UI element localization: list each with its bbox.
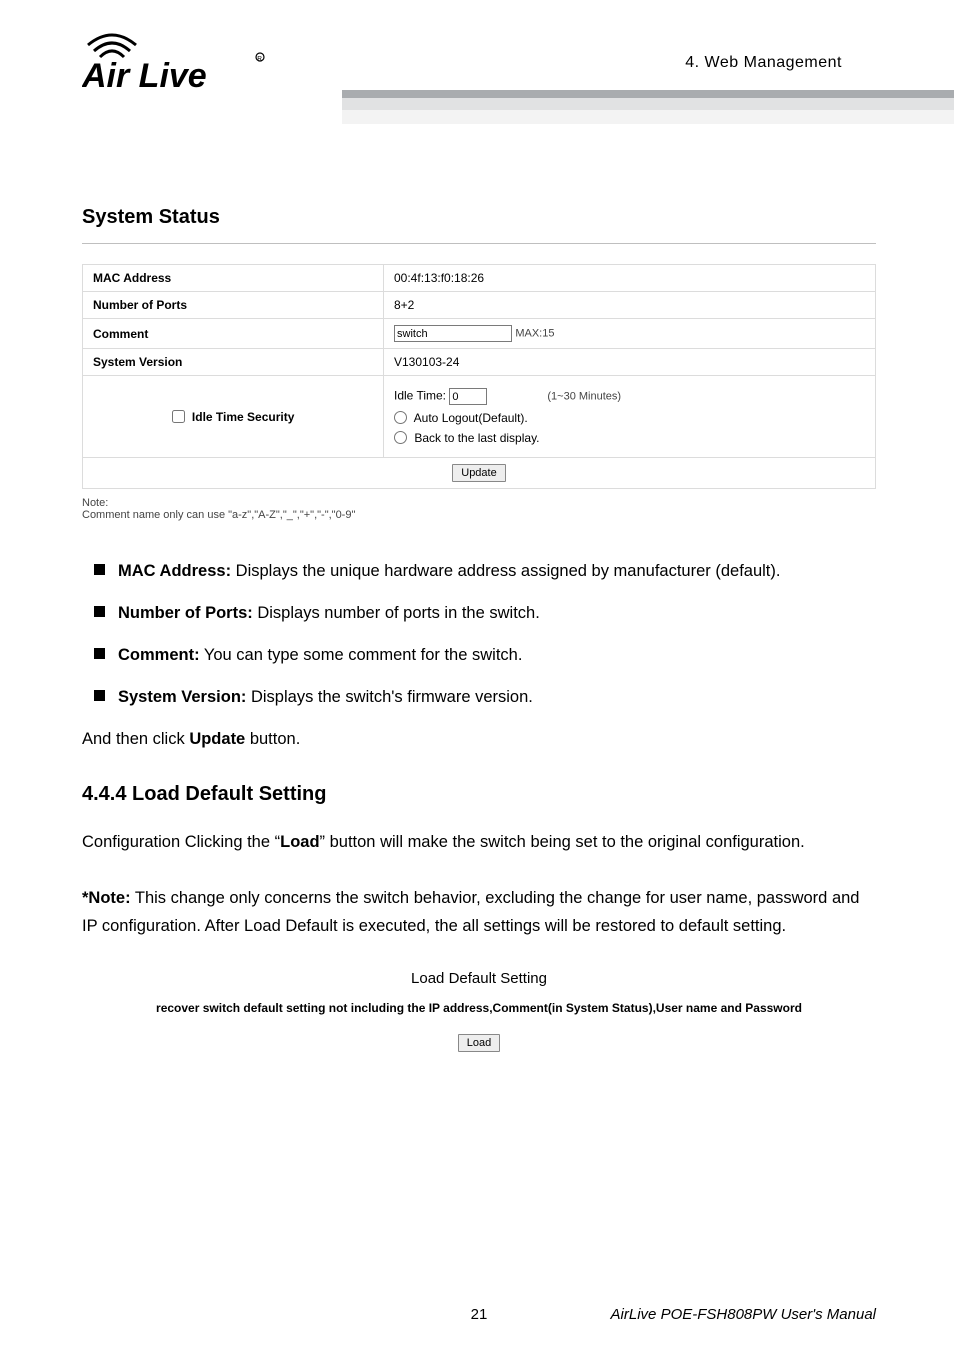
update-button[interactable]: Update (452, 464, 505, 482)
text-fragment: button. (245, 730, 300, 748)
comment-input[interactable] (394, 325, 512, 342)
list-item: MAC Address: Displays the unique hardwar… (82, 557, 876, 585)
number-of-ports-label: Number of Ports (83, 292, 384, 319)
idle-time-security-checkbox[interactable] (172, 410, 185, 423)
text-fragment: And then click (82, 730, 189, 748)
list-item: Comment: You can type some comment for t… (82, 641, 876, 669)
comment-label: Comment (83, 319, 384, 349)
svg-text:Air Live: Air Live (82, 57, 207, 95)
term: MAC Address: (118, 562, 231, 580)
term-text: Displays the unique hardware address ass… (231, 562, 780, 580)
term-text: You can type some comment for the switch… (200, 646, 523, 664)
auto-logout-label: Auto Logout(Default). (414, 411, 528, 425)
idle-time-label: Idle Time: (394, 389, 446, 403)
list-item: Number of Ports: Displays number of port… (82, 599, 876, 627)
airlive-logo: Air Live R (82, 29, 278, 104)
system-version-value: V130103-24 (384, 349, 876, 376)
term: System Version: (118, 688, 246, 706)
idle-time-security-cell: Idle Time Security (83, 376, 384, 458)
system-status-title: System Status (82, 206, 876, 229)
idle-time-security-label: Idle Time Security (192, 410, 295, 424)
idle-time-input[interactable] (449, 388, 487, 405)
auto-logout-radio[interactable] (394, 411, 407, 424)
term: Comment: (118, 646, 200, 664)
note-title: Note: (82, 497, 876, 509)
field-descriptions-list: MAC Address: Displays the unique hardwar… (82, 557, 876, 711)
mac-address-label: MAC Address (83, 265, 384, 292)
svg-text:R: R (257, 56, 262, 63)
post-list-text: And then click Update button. (82, 725, 876, 753)
system-version-label: System Version (83, 349, 384, 376)
text-fragment-bold: Load (280, 833, 319, 851)
text-fragment: Configuration Clicking the “ (82, 833, 280, 851)
load-default-panel-title: Load Default Setting (82, 970, 876, 987)
mac-address-value: 00:4f:13:f0:18:26 (384, 265, 876, 292)
load-button[interactable]: Load (458, 1034, 500, 1052)
back-last-display-label: Back to the last display. (414, 431, 539, 445)
list-item: System Version: Displays the switch's fi… (82, 683, 876, 711)
load-default-para1: Configuration Clicking the “Load” button… (82, 828, 876, 856)
number-of-ports-value: 8+2 (384, 292, 876, 319)
note-label: *Note: (82, 889, 131, 907)
load-default-panel-desc: recover switch default setting not inclu… (82, 1001, 876, 1015)
back-last-display-radio[interactable] (394, 431, 407, 444)
note-body: Comment name only can use "a-z","A-Z","_… (82, 509, 876, 521)
system-status-table: MAC Address 00:4f:13:f0:18:26 Number of … (82, 264, 876, 489)
comment-max-label: MAX:15 (515, 328, 554, 340)
text-fragment: ” button will make the switch being set … (320, 833, 805, 851)
idle-time-range: (1~30 Minutes) (547, 391, 621, 403)
idle-time-options-cell: Idle Time: (1~30 Minutes) Auto Logout(De… (384, 376, 876, 458)
header-section-label: 4. Web Management (685, 54, 842, 72)
load-default-heading: 4.4.4 Load Default Setting (82, 783, 876, 806)
comment-cell: MAX:15 (384, 319, 876, 349)
page-number: 21 (471, 1306, 488, 1323)
footer-manual-title: AirLive POE-FSH808PW User's Manual (611, 1306, 876, 1323)
term-text: Displays the switch's firmware version. (246, 688, 532, 706)
title-rule (82, 243, 876, 244)
load-default-note: *Note: This change only concerns the swi… (82, 884, 876, 940)
note-text: This change only concerns the switch beh… (82, 889, 859, 935)
term-text: Displays number of ports in the switch. (253, 604, 540, 622)
header-banner (342, 90, 954, 124)
text-fragment-bold: Update (189, 730, 245, 748)
term: Number of Ports: (118, 604, 253, 622)
